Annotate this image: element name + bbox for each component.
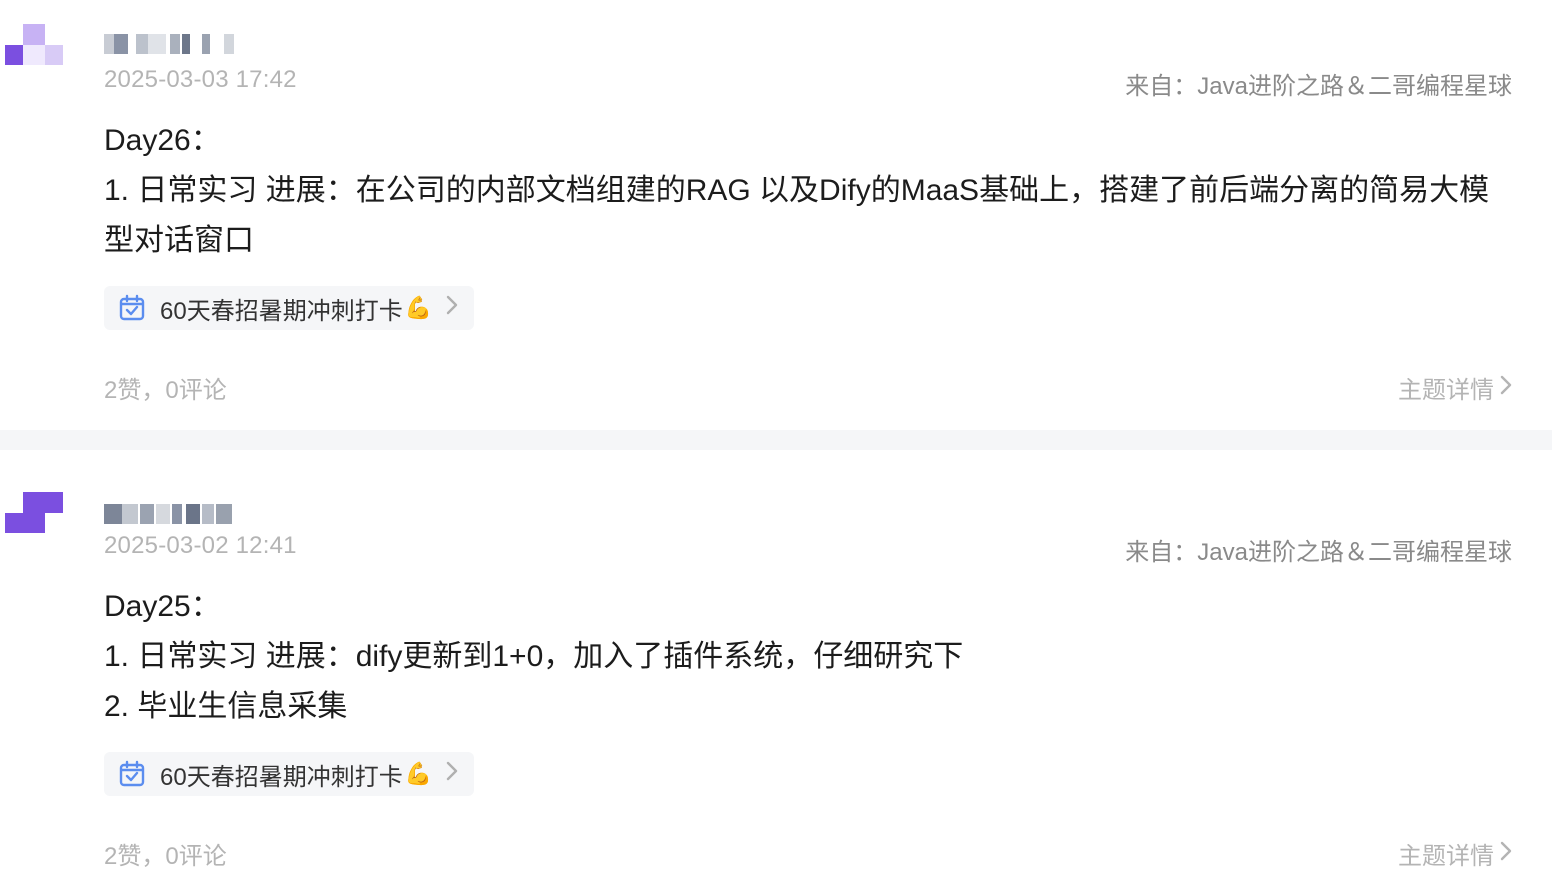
topic-detail-label: 主题详情 [1398,843,1494,870]
post-content: Day25： 1. 日常实习 进展：dify更新到1+0，加入了插件系统，仔细研… [104,582,1514,732]
post-timestamp: 2025-03-02 12:41 [104,532,297,559]
post-card: 2025-03-02 12:41 来自：Java进阶之路＆二哥编程星球 Day2… [0,450,1552,894]
post-stats: 2赞，0评论 [104,377,227,404]
topic-detail-link[interactable]: 主题详情 [1398,836,1512,871]
topic-detail-label: 主题详情 [1398,377,1494,404]
tag-label: 60天春招暑期冲刺打卡 [160,763,403,791]
chevron-right-icon [446,295,458,321]
post-divider [0,430,1552,450]
post-timestamp: 2025-03-03 17:42 [104,66,297,93]
content-line: Day26： [104,124,221,157]
content-line: 2. 毕业生信息采集 [104,690,348,723]
chevron-right-icon [1500,840,1512,868]
username-pixelated[interactable] [104,504,244,524]
topic-tag[interactable]: 60天春招暑期冲刺打卡 💪 [104,286,475,330]
post-source[interactable]: 来自：Java进阶之路＆二哥编程星球 [1125,66,1512,101]
flexed-biceps-emoji: 💪 [404,295,433,320]
chevron-right-icon [446,761,458,787]
topic-tag[interactable]: 60天春招暑期冲刺打卡 💪 [104,752,475,796]
avatar[interactable] [5,492,63,534]
post-stats: 2赞，0评论 [104,843,227,870]
post-card: 2025-03-03 17:42 来自：Java进阶之路＆二哥编程星球 Day2… [0,0,1552,430]
flexed-biceps-emoji: 💪 [404,761,433,786]
topic-detail-link[interactable]: 主题详情 [1398,370,1512,405]
content-line: 1. 日常实习 进展：dify更新到1+0，加入了插件系统，仔细研究下 [104,640,964,673]
post-content: Day26： 1. 日常实习 进展：在公司的内部文档组建的RAG 以及Dify的… [104,116,1514,266]
username-pixelated[interactable] [104,34,244,54]
tag-label: 60天春招暑期冲刺打卡 [160,297,403,325]
content-line: Day25： [104,590,221,623]
topic-feed: 2025-03-03 17:42 来自：Java进阶之路＆二哥编程星球 Day2… [0,0,1552,894]
calendar-check-icon [119,760,145,787]
chevron-right-icon [1500,374,1512,402]
avatar[interactable] [5,24,63,66]
post-source[interactable]: 来自：Java进阶之路＆二哥编程星球 [1125,532,1512,567]
content-line: 1. 日常实习 进展：在公司的内部文档组建的RAG 以及Dify的MaaS基础上… [104,174,1490,257]
calendar-check-icon [119,294,145,321]
